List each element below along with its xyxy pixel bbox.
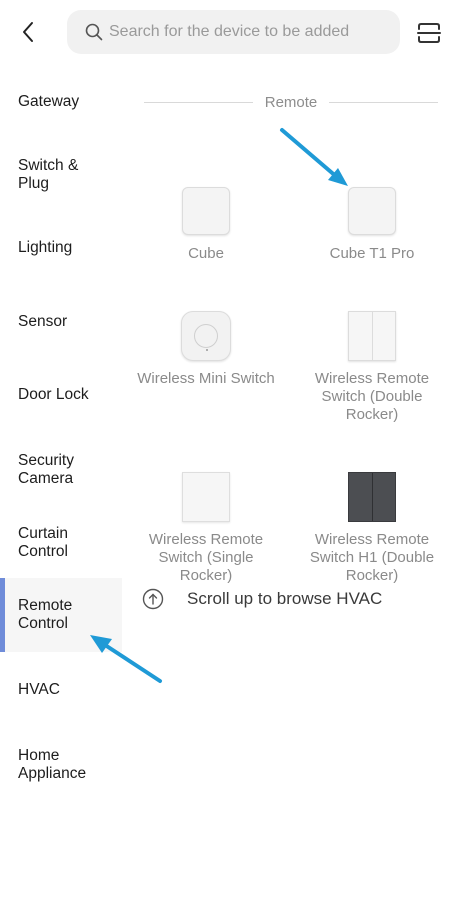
top-bar: [0, 0, 460, 68]
sidebar-item-hvac[interactable]: HVAC: [0, 672, 122, 708]
cube-device-icon: [180, 185, 232, 237]
device-list: Remote Cube Cube T1 Pro Wireless Mini Sw…: [122, 68, 460, 919]
device-wireless-remote-switch-h1-double[interactable]: Wireless Remote Switch H1 (Double Rocker…: [288, 471, 456, 585]
sidebar-item-label: Curtain Control: [18, 525, 68, 560]
category-sidebar: Gateway Switch & Plug Lighting Sensor Do…: [0, 68, 122, 919]
sidebar-item-label: Gateway: [18, 93, 80, 110]
search-input[interactable]: [109, 23, 389, 41]
sidebar-item-home-appliance[interactable]: Home Appliance: [0, 744, 122, 786]
sidebar-item-label: Switch & Plug: [18, 157, 79, 192]
sidebar-item-label: Lighting: [18, 239, 73, 256]
sidebar-item-security-camera[interactable]: Security Camera: [0, 449, 122, 491]
sidebar-item-label: Security Camera: [18, 452, 74, 487]
sidebar-item-switch-plug[interactable]: Switch & Plug: [0, 154, 122, 196]
cube-t1-pro-device-icon: [346, 185, 398, 237]
single-rocker-device-icon: [180, 471, 232, 523]
scan-button[interactable]: [414, 18, 444, 48]
scan-icon: [417, 23, 441, 43]
device-label: Cube T1 Pro: [329, 245, 415, 262]
device-label: Wireless Remote Switch (Double Rocker): [314, 370, 430, 423]
chevron-left-icon: [23, 22, 33, 42]
browse-hvac-hint[interactable]: Scroll up to browse HVAC: [142, 588, 382, 610]
sidebar-item-remote-control[interactable]: Remote Control: [0, 578, 122, 652]
device-label: Cube: [188, 245, 224, 262]
browse-hint-text: Scroll up to browse HVAC: [187, 589, 383, 608]
sidebar-item-sensor[interactable]: Sensor: [0, 304, 122, 340]
divider: [144, 101, 253, 103]
sidebar-item-label: Home Appliance: [18, 747, 87, 782]
device-label: Wireless Mini Switch: [137, 370, 275, 387]
device-wireless-remote-switch-single[interactable]: Wireless Remote Switch (Single Rocker): [122, 471, 290, 585]
device-cube[interactable]: Cube: [122, 185, 290, 263]
device-cube-t1-pro[interactable]: Cube T1 Pro: [288, 185, 456, 263]
device-label: Wireless Remote Switch H1 (Double Rocker…: [309, 531, 435, 584]
double-rocker-device-icon: [346, 310, 398, 362]
sidebar-item-label: HVAC: [18, 681, 60, 698]
section-title: Remote: [264, 93, 318, 111]
h1-double-rocker-device-icon: [346, 471, 398, 523]
sidebar-item-label: Remote Control: [18, 597, 73, 632]
sidebar-item-gateway[interactable]: Gateway: [0, 84, 122, 120]
divider: [329, 101, 438, 103]
device-wireless-mini-switch[interactable]: Wireless Mini Switch: [122, 310, 290, 388]
arrow-up-circle-icon: [142, 588, 164, 610]
sidebar-item-curtain-control[interactable]: Curtain Control: [0, 522, 122, 564]
sidebar-item-door-lock[interactable]: Door Lock: [0, 377, 122, 413]
sidebar-item-lighting[interactable]: Lighting: [0, 230, 122, 266]
mini-switch-device-icon: [180, 310, 232, 362]
sidebar-item-label: Sensor: [18, 313, 68, 330]
device-wireless-remote-switch-double[interactable]: Wireless Remote Switch (Double Rocker): [288, 310, 456, 424]
device-label: Wireless Remote Switch (Single Rocker): [148, 531, 264, 584]
sidebar-item-label: Door Lock: [18, 386, 89, 403]
search-bar[interactable]: [67, 10, 400, 54]
back-button[interactable]: [14, 18, 42, 46]
search-icon: [85, 23, 103, 41]
section-header: Remote: [144, 90, 438, 114]
